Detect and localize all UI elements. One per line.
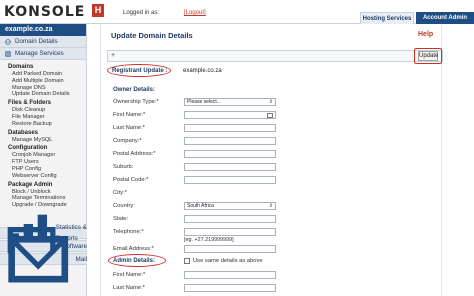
- postal-code-input[interactable]: [184, 176, 276, 184]
- country-select[interactable]: South Africa ⇕: [184, 202, 276, 210]
- sidebar-item-manage-mysql[interactable]: Manage MySQL: [8, 137, 78, 144]
- postal-code-label: Postal Code:*: [113, 177, 149, 183]
- sidebar-sections: Domains Add Parked Domain Add Multiple D…: [0, 60, 86, 209]
- state-label: State:: [113, 216, 129, 222]
- logged-in-label: Logged in as:: [123, 10, 160, 16]
- sidebar-item-cronjob-manager[interactable]: Cronjob Manager: [8, 152, 78, 159]
- admin-first-name-label: First Name:*: [113, 272, 146, 278]
- postal-address-input[interactable]: [184, 150, 276, 158]
- sidebar-item-add-parked-domain[interactable]: Add Parked Domain: [8, 71, 78, 78]
- select-arrows-icon: ⇕: [268, 99, 273, 105]
- sidebar-item-restore-backup[interactable]: Restore Backup: [8, 121, 78, 128]
- sidebar-item-update-domain-details[interactable]: Update Domain Details: [8, 91, 78, 98]
- section-title-configuration: Configuration: [8, 145, 48, 152]
- sidebar-item-mail[interactable]: Mail: [0, 235, 87, 283]
- tab-hosting-services[interactable]: Hosting Services: [360, 12, 414, 24]
- services-icon: [5, 50, 11, 57]
- same-details-label: Use same details as above: [193, 258, 263, 264]
- logout-link[interactable]: [Logout]: [184, 10, 206, 16]
- section-title-databases: Databases: [8, 129, 39, 136]
- select-arrows-icon: ⇕: [268, 203, 273, 209]
- email-input[interactable]: [184, 245, 276, 253]
- ownership-type-label: Ownership Type:*: [113, 99, 159, 105]
- telephone-input[interactable]: [184, 228, 276, 236]
- sidebar-item-manage-dns[interactable]: Manage DNS: [8, 85, 78, 92]
- suburb-label: Suburb:: [113, 164, 134, 170]
- company-input[interactable]: [184, 137, 276, 145]
- sidebar-item-webserver-config[interactable]: Webserver Config: [8, 173, 78, 180]
- help-link[interactable]: Help: [418, 31, 433, 38]
- same-details-checkbox[interactable]: [184, 258, 190, 264]
- page-title: Update Domain Details: [111, 31, 193, 40]
- sidebar-item-label: Manage Services: [15, 49, 64, 57]
- expand-icon[interactable]: +: [111, 52, 115, 59]
- main-panel: Update Domain Details Help + Update Regi…: [100, 24, 443, 296]
- email-label: Email Address:*: [113, 246, 154, 252]
- sidebar-item-disk-cleanup[interactable]: Disk Cleanup: [8, 107, 78, 114]
- globe-icon: [5, 38, 11, 45]
- konsole-logo: KONSOLE: [4, 4, 86, 20]
- country-label: Country:: [113, 203, 135, 209]
- registrant-update-label: Registrant Update :: [112, 68, 168, 74]
- last-name-label: Last Name:*: [113, 125, 145, 131]
- sidebar-item-manage-terminations[interactable]: Manage Terminations: [8, 195, 78, 202]
- first-name-input[interactable]: [184, 111, 276, 119]
- admin-last-name-input[interactable]: [184, 284, 276, 292]
- sidebar-item-block-unblock[interactable]: Block / Unblock: [8, 189, 78, 196]
- suburb-input[interactable]: [184, 163, 276, 171]
- sidebar-domain-header[interactable]: example.co.za: [0, 24, 86, 36]
- postal-address-label: Postal Address:*: [113, 151, 156, 157]
- update-button[interactable]: Update: [418, 51, 438, 61]
- sidebar-item-label: Domain Details: [15, 37, 58, 45]
- sidebar-item-add-multiple-domain[interactable]: Add Multiple Domain: [8, 78, 78, 85]
- admin-details-title: Admin Details:: [113, 258, 156, 264]
- country-value: South Africa: [187, 203, 214, 209]
- sidebar-item-domain-details[interactable]: Domain Details: [0, 36, 86, 48]
- last-name-input[interactable]: [184, 124, 276, 132]
- mail-icon: [8, 235, 69, 283]
- sidebar-item-label: Mail: [75, 255, 87, 263]
- sidebar-item-upgrade-downgrade[interactable]: Upgrade / Downgrade: [8, 202, 78, 209]
- telephone-hint: [eg. +27.219999999]: [184, 237, 234, 243]
- section-title-domains: Domains: [8, 64, 34, 70]
- city-label: City:*: [113, 190, 127, 196]
- tab-account-admin[interactable]: Account Admin: [416, 12, 474, 24]
- registrant-domain: example.co.za: [183, 68, 222, 74]
- contact-card-icon: [267, 113, 273, 118]
- logo-badge: H: [92, 4, 104, 17]
- first-name-label: First Name:*: [113, 112, 146, 118]
- company-label: Company:*: [113, 138, 142, 144]
- ownership-type-select[interactable]: Please select... ⇕: [184, 98, 276, 106]
- admin-first-name-input[interactable]: [184, 271, 276, 279]
- sidebar-item-ftp-users[interactable]: FTP Users: [8, 159, 78, 166]
- owner-details-title: Owner Details:: [113, 87, 156, 93]
- sidebar-item-manage-services[interactable]: Manage Services: [0, 48, 86, 60]
- sidebar-item-php-config[interactable]: PHP Config: [8, 166, 78, 173]
- ownership-type-value: Please select...: [187, 99, 221, 105]
- sidebar: example.co.za Domain Details Manage Serv…: [0, 24, 87, 296]
- section-title-files-folders: Files & Folders: [8, 100, 52, 107]
- section-title-package-admin: Package Admin: [8, 181, 53, 188]
- telephone-label: Telephone:*: [113, 229, 144, 235]
- state-input[interactable]: [184, 215, 276, 223]
- sidebar-item-file-manager[interactable]: File Manager: [8, 114, 78, 121]
- top-bar: KONSOLE H Logged in as: [Logout] Hosting…: [0, 0, 474, 24]
- admin-last-name-label: Last Name:*: [113, 285, 145, 291]
- toolbar-strip: +: [107, 50, 443, 62]
